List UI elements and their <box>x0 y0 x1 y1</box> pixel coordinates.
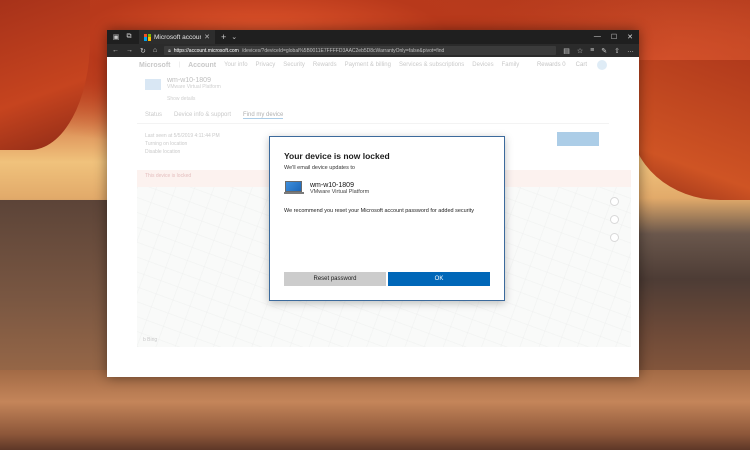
wallpaper-arch-left <box>0 0 90 150</box>
share-icon[interactable]: ⇧ <box>614 47 620 55</box>
tab-title: Microsoft account | Dev <box>154 33 201 41</box>
dialog-device-row: wm-w10-1809 VMware Virtual Platform <box>284 181 490 195</box>
device-header-model: VMware Virtual Platform <box>167 84 221 90</box>
show-details-link[interactable]: Show details <box>167 96 221 102</box>
dialog-subtitle: We'll email device updates to <box>284 165 355 171</box>
nav-item[interactable]: Security <box>283 62 305 68</box>
url-host: https://account.microsoft.com <box>173 47 239 54</box>
dialog-device-model: VMware Virtual Platform <box>310 188 370 195</box>
tab-find-my-device[interactable]: Find my device <box>243 112 284 119</box>
site-brand[interactable]: Microsoft <box>139 62 171 69</box>
minimize-icon[interactable]: — <box>594 33 601 41</box>
nav-item[interactable]: Devices <box>472 62 493 68</box>
nav-item[interactable]: Privacy <box>256 62 276 68</box>
device-header-name: wm-w10-1809 <box>167 77 211 84</box>
browser-tab[interactable]: Microsoft account | Dev ✕ <box>139 30 215 44</box>
device-subtabs: Status Device info & support Find my dev… <box>137 106 609 124</box>
browser-titlebar: ▣ ⧉ Microsoft account | Dev ✕ + ⌄ — ☐ ✕ <box>107 30 639 44</box>
wallpaper-rocks-bottom <box>0 370 750 450</box>
laptop-icon <box>145 79 161 90</box>
tab-device-info[interactable]: Device info & support <box>174 112 231 119</box>
nav-item[interactable]: Family <box>502 62 520 68</box>
map-attribution: b Bing <box>143 337 158 343</box>
device-locked-dialog: Your device is now locked We'll email de… <box>269 136 505 301</box>
dialog-buttons: Reset password OK <box>284 272 490 286</box>
lock-icon: 🔒︎ <box>168 47 171 54</box>
nav-item[interactable]: Your info <box>224 62 247 68</box>
header-separator: | <box>178 62 181 68</box>
reset-password-button[interactable]: Reset password <box>284 272 386 286</box>
close-window-icon[interactable]: ✕ <box>627 33 633 41</box>
avatar[interactable] <box>597 60 607 70</box>
refresh-icon[interactable]: ↻ <box>140 47 146 55</box>
site-nav: Your info Privacy Security Rewards Payme… <box>224 62 519 68</box>
dialog-device-name: wm-w10-1809 <box>310 181 354 189</box>
address-bar[interactable]: 🔒︎ https://account.microsoft.com/devices… <box>164 46 557 55</box>
window-controls: — ☐ ✕ <box>594 33 639 41</box>
nav-item[interactable]: Services & subscriptions <box>399 62 464 68</box>
ok-button[interactable]: OK <box>388 272 490 286</box>
dialog-title: Your device is now locked <box>284 151 390 161</box>
microsoft-logo-icon <box>144 33 151 41</box>
maximize-icon[interactable]: ☐ <box>611 33 617 41</box>
computer-icon <box>284 181 304 195</box>
favorites-hub-icon[interactable]: ≡ <box>590 47 594 55</box>
browser-toolbar-right: ▤ ☆ ≡ ✎ ⇧ … <box>563 47 634 55</box>
nav-item[interactable]: Rewards <box>313 62 337 68</box>
back-icon[interactable]: ← <box>112 47 119 54</box>
site-section[interactable]: Account <box>188 62 216 69</box>
nav-item[interactable]: Payment & billing <box>345 62 391 68</box>
new-tab-icon[interactable]: + <box>221 32 226 42</box>
tab-list-chevron-icon[interactable]: ⌄ <box>231 33 237 41</box>
site-header-right: Rewards 0 Cart <box>537 60 607 70</box>
favorite-star-icon[interactable]: ☆ <box>577 47 583 55</box>
find-button[interactable] <box>557 132 599 146</box>
tab-actions-icon[interactable]: ▣ <box>112 33 120 41</box>
browser-navbar: ← → ↻ ⌂ 🔒︎ https://account.microsoft.com… <box>107 44 639 57</box>
wallpaper-arch-right <box>630 60 750 200</box>
map-zoom-in-icon[interactable] <box>610 197 619 206</box>
dialog-recommendation: We recommend you reset your Microsoft ac… <box>284 208 475 214</box>
more-icon[interactable]: … <box>627 47 634 55</box>
browser-window: ▣ ⧉ Microsoft account | Dev ✕ + ⌄ — ☐ ✕ … <box>107 30 639 377</box>
cart-link[interactable]: Cart <box>576 62 587 68</box>
home-icon[interactable]: ⌂ <box>153 47 157 54</box>
notes-pen-icon[interactable]: ✎ <box>601 47 607 55</box>
set-aside-tabs-icon[interactable]: ⧉ <box>125 33 133 41</box>
rewards-link[interactable]: Rewards 0 <box>537 62 566 68</box>
site-header: Microsoft | Account Your info Privacy Se… <box>107 57 639 73</box>
url-path: /devices/?deviceId=global%5B0011E7FFFFD3… <box>241 47 445 54</box>
reading-view-icon[interactable]: ▤ <box>563 47 570 55</box>
web-page: Microsoft | Account Your info Privacy Se… <box>107 57 639 377</box>
forward-icon[interactable]: → <box>126 47 133 54</box>
map-locate-icon[interactable] <box>610 233 619 242</box>
tab-status[interactable]: Status <box>145 112 162 119</box>
map-zoom-out-icon[interactable] <box>610 215 619 224</box>
device-header: wm-w10-1809 VMware Virtual Platform Show… <box>107 73 639 106</box>
close-tab-icon[interactable]: ✕ <box>204 33 210 41</box>
